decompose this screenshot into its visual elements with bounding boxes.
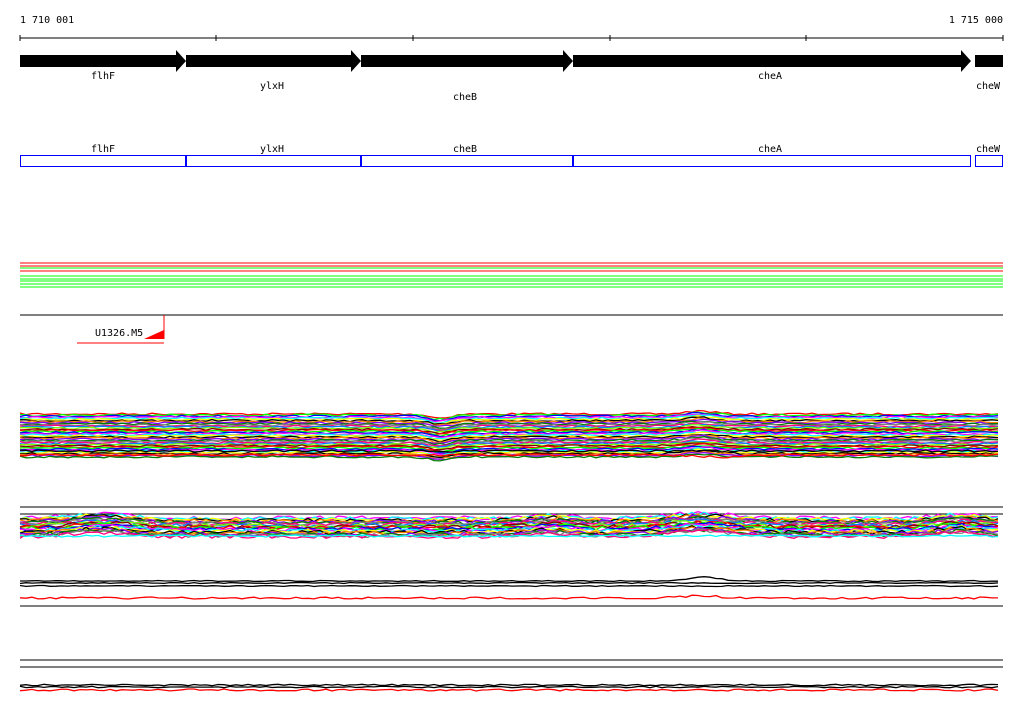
gene-label: cheA [758,71,782,82]
gene-box-cheA[interactable] [573,155,971,167]
signal-line [19,581,999,585]
multicolor-signal-band-2 [19,511,999,540]
signal-line [19,594,998,600]
gene-arrow-cheW[interactable] [975,55,1003,67]
signal-band-3 [19,576,999,600]
signal-line [19,584,999,588]
signal-band-4 [19,683,999,692]
ruler: 1 710 001 1 715 000 [19,15,1004,41]
track-label-marker[interactable]: U1326.M5 [77,315,165,344]
signal-line [20,576,999,583]
multicolor-signal-band-1 [19,409,999,462]
signal-line [19,683,999,687]
gene-box-flhF[interactable] [20,155,186,167]
gene-box-label: ylxH [260,144,284,155]
gene-label: cheB [453,92,477,103]
gene-box-ylxH[interactable] [186,155,361,167]
gene-arrow-cheA[interactable] [573,50,971,72]
gene-arrow-flhF[interactable] [20,50,186,72]
gene-arrow-ylxH[interactable] [186,50,361,72]
signal-line [19,688,999,692]
gene-label: ylxH [260,81,284,92]
red-triangle-icon [144,318,164,339]
gene-arrow-cheB[interactable] [361,50,573,72]
track-label: U1326.M5 [95,328,143,339]
ruler-start-label: 1 710 001 [20,15,74,26]
gene-track: flhF ylxH cheB cheA cheW [20,50,1003,103]
gene-box-label: flhF [91,144,115,155]
ruler-end-label: 1 715 000 [949,15,1003,26]
genome-browser-canvas: 1 710 001 1 715 000 flhF ylxH cheB cheA cheW… [19,15,1004,692]
gene-box-label: cheW [976,144,1001,155]
gene-box-label: cheB [453,144,477,155]
gene-box-cheB[interactable] [361,155,573,167]
gene-label: flhF [91,71,115,82]
gene-box-track: flhF ylxH cheB cheA cheW [20,144,1003,167]
signal-line [19,685,999,689]
gene-box-cheW[interactable] [975,155,1003,167]
gene-label: cheW [976,81,1001,92]
flat-lines-track [20,262,1003,288]
gene-box-label: cheA [758,144,782,155]
